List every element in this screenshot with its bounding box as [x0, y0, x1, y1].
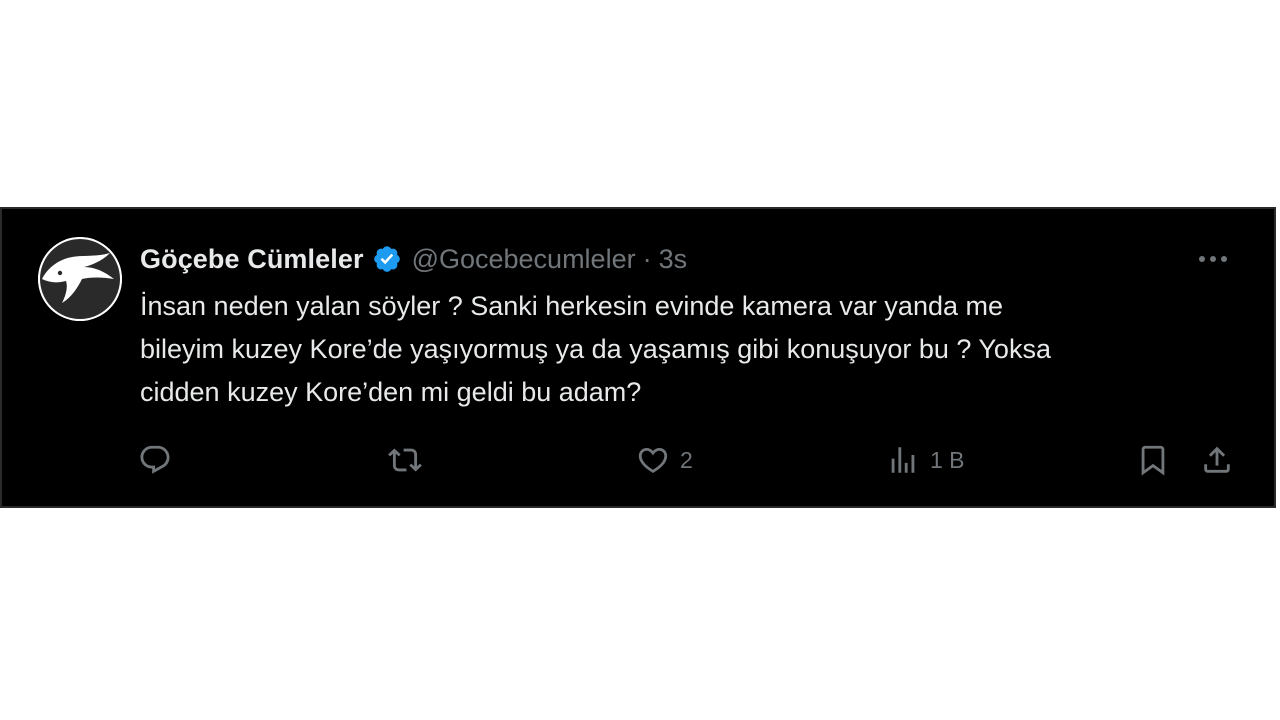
share-icon [1204, 446, 1230, 473]
bookmark-icon [1141, 445, 1165, 476]
heart-icon [638, 447, 668, 473]
avatar[interactable] [38, 237, 122, 321]
display-name[interactable]: Göçebe Cümleler [140, 244, 364, 275]
bookmark-button[interactable] [1136, 443, 1170, 477]
swallow-logo-icon [38, 237, 122, 321]
reply-icon [140, 445, 170, 474]
retweet-icon [388, 448, 422, 472]
retweet-button[interactable] [388, 443, 422, 477]
like-button[interactable]: 2 [636, 443, 693, 477]
user-handle[interactable]: @Gocebecumleler [412, 244, 636, 275]
share-button[interactable] [1200, 443, 1234, 477]
more-options-icon[interactable] [1196, 245, 1230, 273]
tweet-card[interactable]: Göçebe Cümleler @Gocebecumleler · 3s İns… [0, 207, 1276, 508]
separator-dot: · [642, 243, 652, 274]
views-chart-icon [891, 447, 915, 473]
views-count: 1 B [930, 446, 965, 473]
reply-button[interactable] [138, 443, 172, 477]
views-button[interactable]: 1 B [886, 443, 965, 477]
verified-badge-icon [372, 244, 402, 274]
tweet-header: Göçebe Cümleler @Gocebecumleler · 3s [140, 243, 687, 275]
tweet-text-line: bileyim kuzey Kore’de yaşıyormuş ya da y… [140, 334, 1051, 364]
tweet-text-line: cidden kuzey Kore’den mi geldi bu adam? [140, 377, 642, 407]
tweet-text-line: İnsan neden yalan söyler ? Sanki herkesi… [140, 291, 1003, 321]
timestamp[interactable]: 3s [659, 244, 688, 275]
tweet-text: İnsan neden yalan söyler ? Sanki herkesi… [140, 285, 1240, 414]
like-count: 2 [680, 446, 693, 473]
